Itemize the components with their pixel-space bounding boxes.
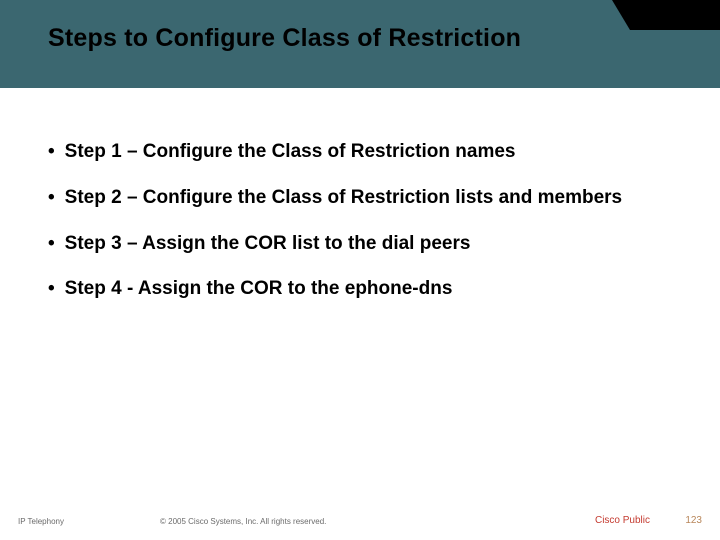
bullet-item: • Step 1 – Configure the Class of Restri… bbox=[48, 140, 672, 164]
bullet-dot: • bbox=[48, 277, 55, 301]
footer-left: IP Telephony bbox=[18, 517, 64, 526]
bullet-text: Step 4 - Assign the COR to the ephone-dn… bbox=[65, 277, 453, 301]
footer-label: Cisco Public bbox=[595, 515, 650, 526]
footer: IP Telephony © 2005 Cisco Systems, Inc. … bbox=[0, 506, 720, 526]
slide-body: • Step 1 – Configure the Class of Restri… bbox=[48, 140, 672, 323]
footer-page-number: 123 bbox=[685, 515, 702, 526]
bullet-dot: • bbox=[48, 232, 55, 256]
footer-copyright: © 2005 Cisco Systems, Inc. All rights re… bbox=[160, 517, 326, 526]
bullet-text: Step 3 – Assign the COR list to the dial… bbox=[65, 232, 471, 256]
bullet-dot: • bbox=[48, 186, 55, 210]
bullet-item: • Step 2 – Configure the Class of Restri… bbox=[48, 186, 672, 210]
bullet-item: • Step 3 – Assign the COR list to the di… bbox=[48, 232, 672, 256]
bullet-dot: • bbox=[48, 140, 55, 164]
bullet-text: Step 2 – Configure the Class of Restrict… bbox=[65, 186, 622, 210]
slide-title: Steps to Configure Class of Restriction bbox=[48, 24, 680, 53]
bullet-item: • Step 4 - Assign the COR to the ephone-… bbox=[48, 277, 672, 301]
bullet-text: Step 1 – Configure the Class of Restrict… bbox=[65, 140, 516, 164]
slide: Steps to Configure Class of Restriction … bbox=[0, 0, 720, 540]
